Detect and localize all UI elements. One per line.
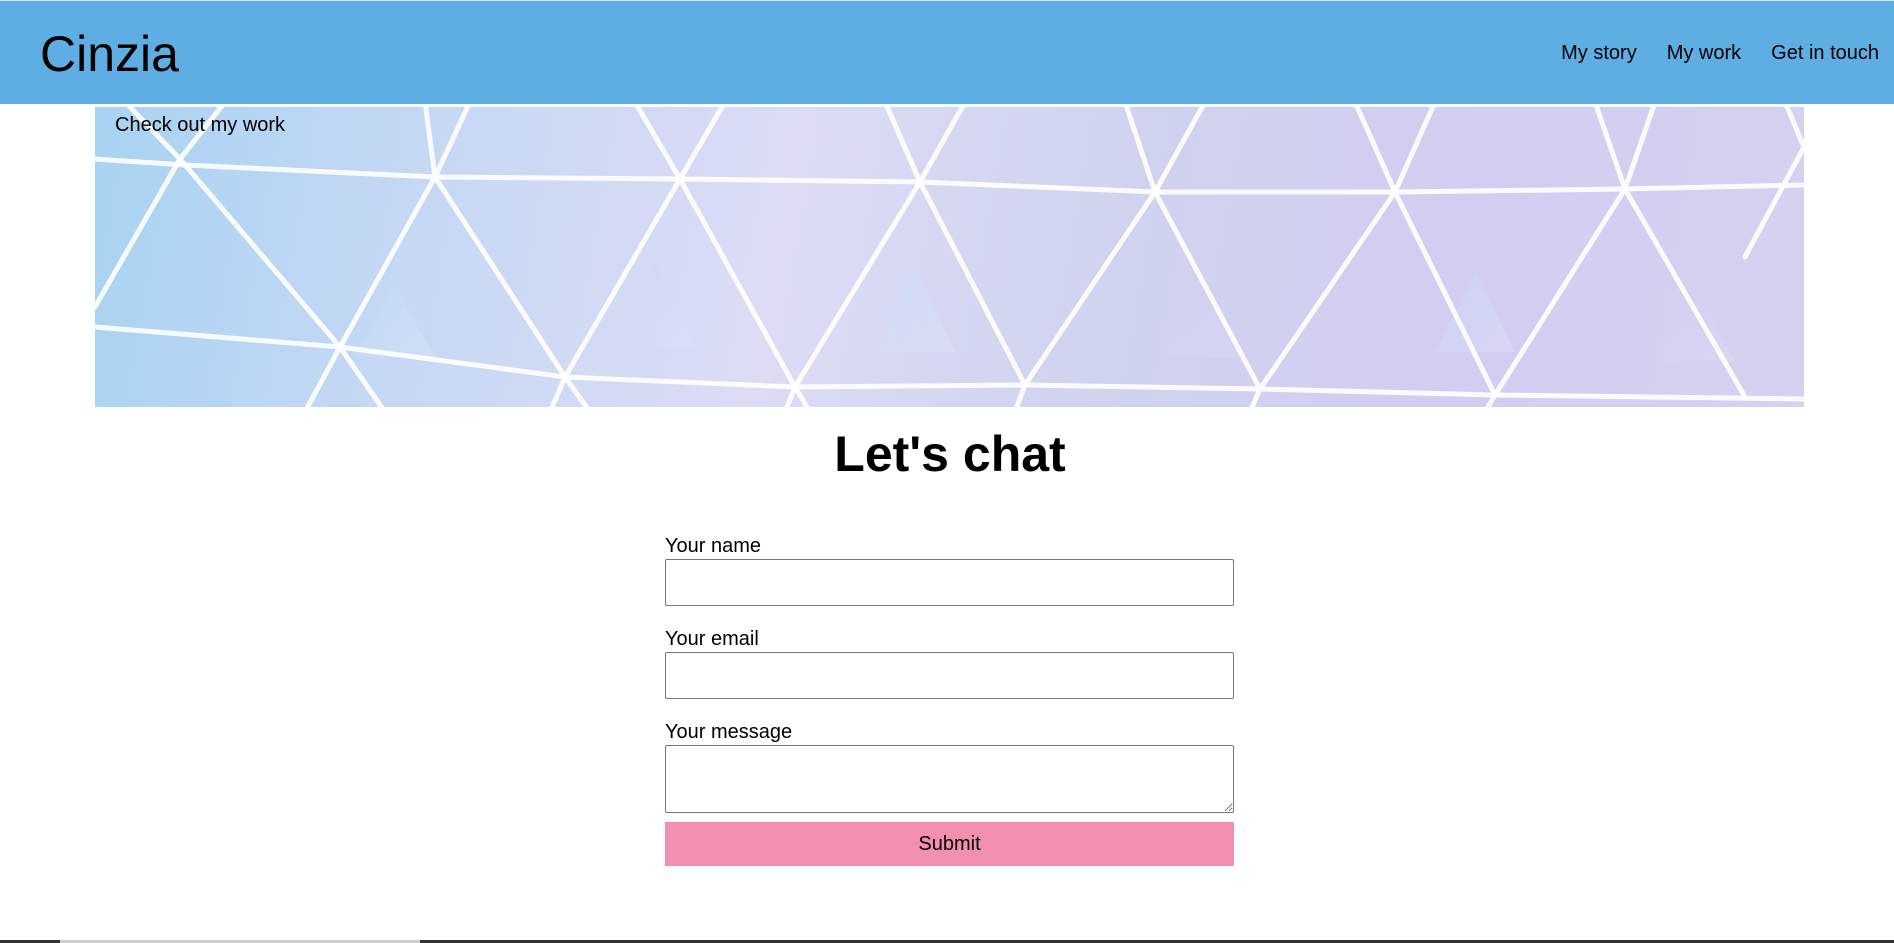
site-header: Cinzia My story My work Get in touch: [0, 0, 1894, 104]
hero-banner: Check out my work: [95, 107, 1804, 407]
nav-link-my-story[interactable]: My story: [1561, 39, 1637, 67]
submit-button[interactable]: Submit: [665, 822, 1234, 866]
name-field[interactable]: [665, 559, 1234, 606]
check-out-my-work-link[interactable]: Check out my work: [115, 111, 285, 139]
email-label: Your email: [665, 628, 759, 650]
email-field[interactable]: [665, 652, 1234, 699]
message-field[interactable]: [665, 745, 1234, 813]
message-label: Your message: [665, 721, 793, 743]
contact-form: Your name Your email Your message Submit: [665, 533, 1234, 866]
nav-link-get-in-touch[interactable]: Get in touch: [1771, 39, 1879, 67]
main-nav: My story My work Get in touch: [1531, 39, 1879, 67]
page-title: Let's chat: [834, 426, 1066, 482]
site-logo[interactable]: Cinzia: [40, 25, 179, 83]
nav-link-my-work[interactable]: My work: [1667, 39, 1741, 67]
name-label: Your name: [665, 535, 761, 557]
hero-geodesic-image: [95, 107, 1804, 407]
